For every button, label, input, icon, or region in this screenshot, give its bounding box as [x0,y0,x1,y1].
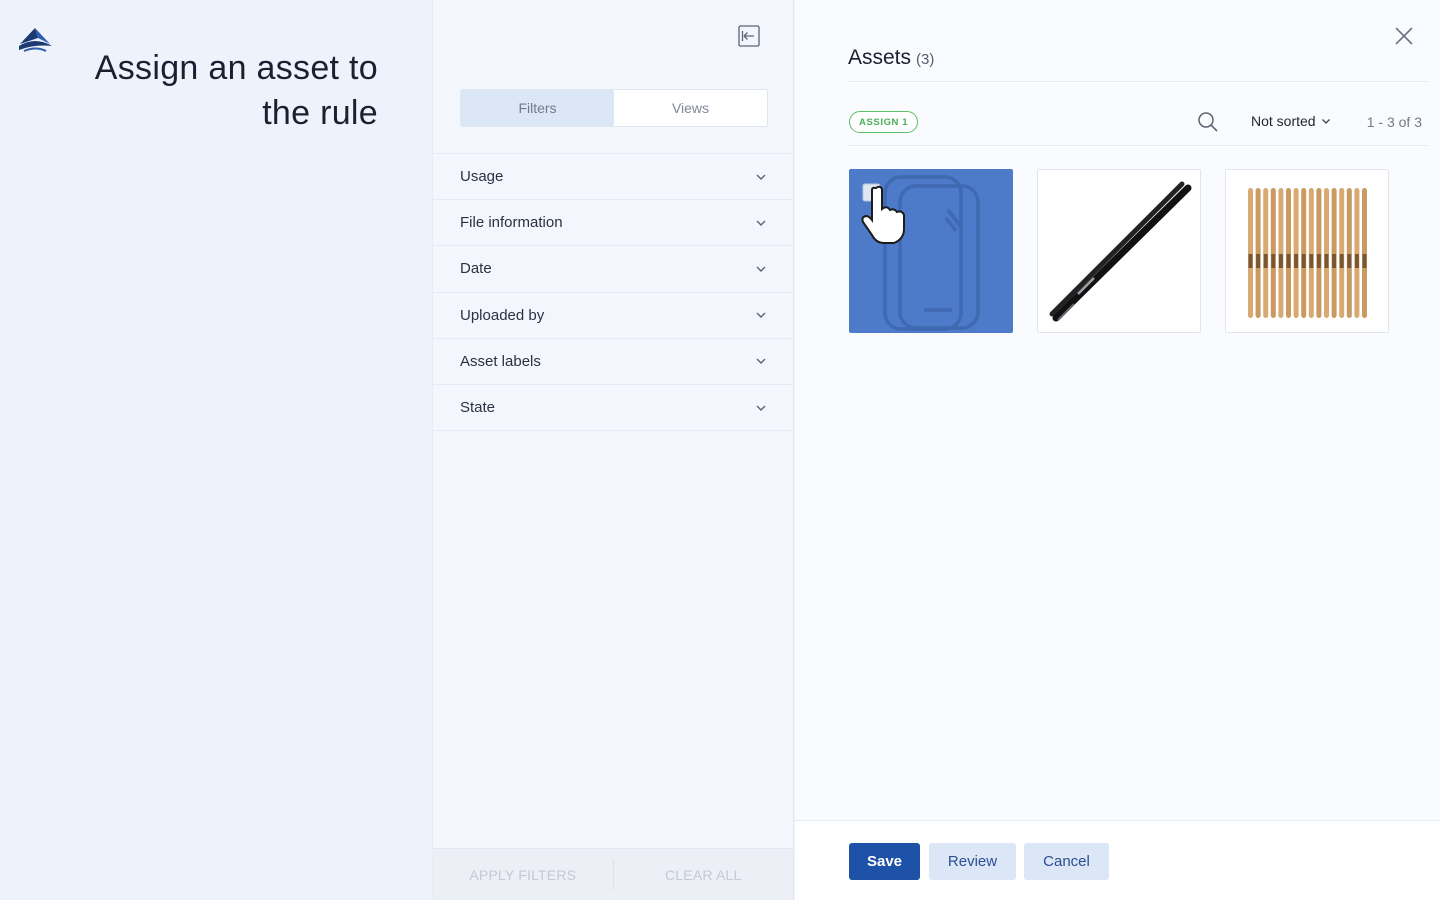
filter-uploaded-by[interactable]: Uploaded by [433,293,793,339]
filter-label: File information [460,214,563,232]
assets-title: Assets [848,46,912,69]
filter-label: Asset labels [460,352,541,370]
filter-label: Usage [460,168,504,186]
assets-count: (3) [916,51,935,68]
drumsticks-bundle-image [1248,188,1367,318]
file-placeholder-icon [861,175,980,331]
asset-grid [849,169,1389,333]
tab-views[interactable]: Views [614,90,767,126]
filter-asset-labels[interactable]: Asset labels [433,339,793,385]
review-button[interactable]: Review [929,843,1016,880]
chevron-down-icon [756,220,766,226]
assets-toolbar: ASSIGN 1 Not sorted 1 - 3 of 3 [848,104,1428,146]
chevron-down-icon [756,358,766,365]
assets-header: Assets (3) [848,46,1428,82]
title-panel: Assign an asset to the rule [0,0,432,900]
filter-state[interactable]: State [433,385,793,432]
filter-file-information[interactable]: File information [433,200,793,247]
chevron-down-icon [756,405,766,411]
asset-tile[interactable] [1037,169,1201,333]
chevron-down-icon [756,174,766,180]
filter-label: Uploaded by [460,306,545,324]
cancel-button[interactable]: Cancel [1024,843,1109,880]
filter-usage[interactable]: Usage [433,154,793,201]
filters-panel: Filters Views Usage File information Dat… [432,0,794,900]
assets-footer: Save Review Cancel [795,820,1440,900]
filter-label: Date [460,260,492,278]
drumstick-image [1049,181,1192,322]
asset-tile[interactable] [1225,169,1389,333]
filters-views-toggle: Filters Views [460,89,768,127]
clear-all-button[interactable]: CLEAR ALL [614,849,794,900]
assets-panel: Assets (3) ASSIGN 1 Not sorted 1 - 3 of … [795,0,1440,900]
chevron-down-icon [756,266,766,272]
sort-dropdown[interactable]: Not sorted [1251,113,1331,129]
filter-footer: APPLY FILTERS CLEAR ALL [433,848,793,900]
page-title: Assign an asset to the rule [94,49,378,132]
filter-date[interactable]: Date [433,246,793,293]
save-button[interactable]: Save [849,843,920,880]
assign-badge[interactable]: ASSIGN 1 [849,111,919,133]
paging-info: 1 - 3 of 3 [1366,114,1422,130]
chevron-down-icon [1321,118,1330,124]
close-icon[interactable] [1394,26,1414,46]
chevron-down-icon [756,312,766,319]
filter-list: Usage File information Date Uploaded by … [433,153,793,432]
tab-filters[interactable]: Filters [461,90,614,126]
collapse-panel-icon[interactable] [738,25,760,47]
asset-tile[interactable] [849,169,1013,333]
search-icon[interactable] [1197,111,1219,133]
filter-label: State [460,399,496,417]
apply-filters-button[interactable]: APPLY FILTERS [433,849,613,900]
sort-label: Not sorted [1251,113,1316,129]
